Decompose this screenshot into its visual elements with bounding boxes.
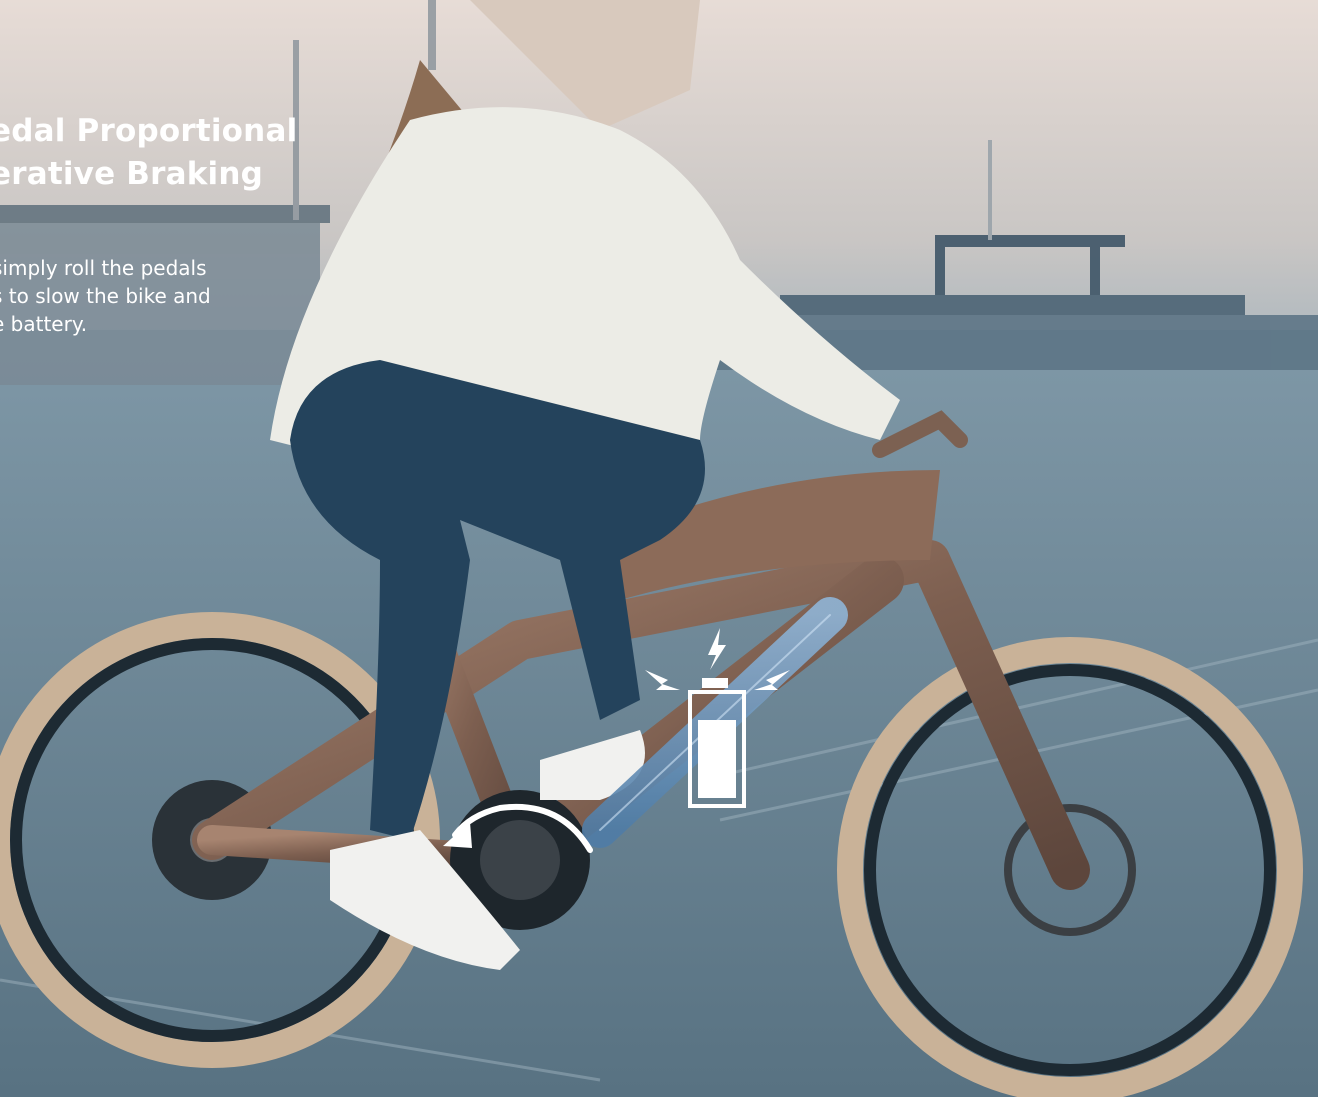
hero-title: edal Proportional erative Braking (0, 110, 320, 196)
hero-description: simply roll the pedals s to slow the bik… (0, 254, 272, 338)
hero-title-line-1: edal Proportional (0, 113, 298, 149)
hero-description-line-3: e battery. (0, 312, 88, 336)
hero-description-line-1: simply roll the pedals (0, 256, 207, 280)
hero-title-line-2: erative Braking (0, 156, 264, 192)
hero-description-line-2: s to slow the bike and (0, 284, 211, 308)
